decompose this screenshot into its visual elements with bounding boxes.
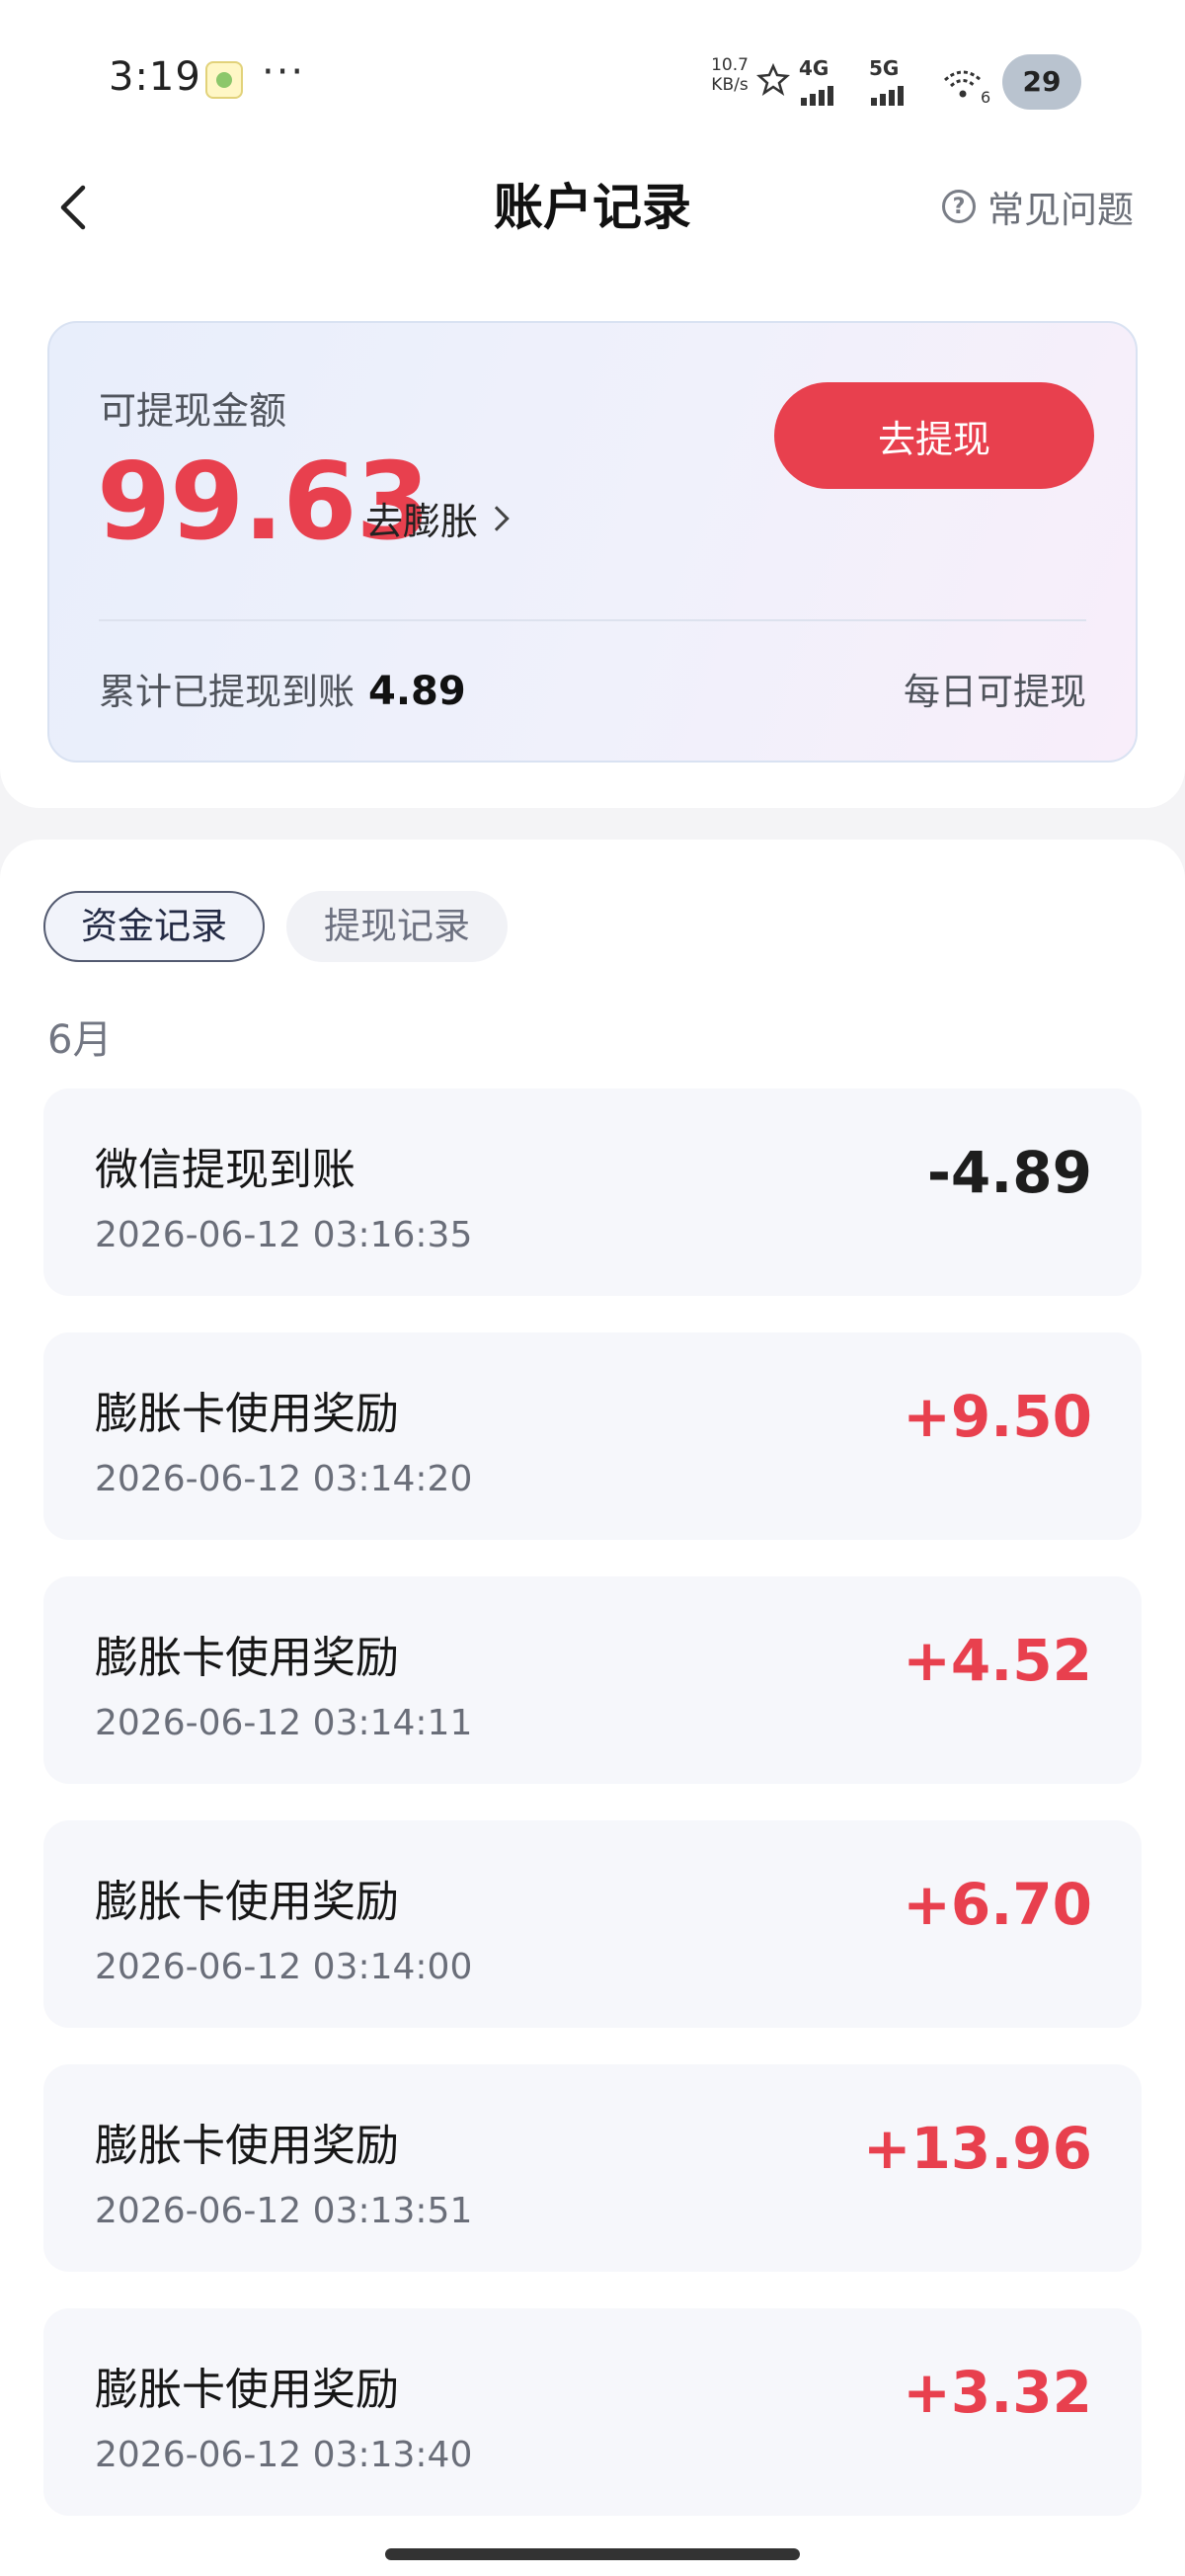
status-bar: 3:19 ··· 10.7 KB/s 4G 5G 6 29 xyxy=(0,0,1185,148)
record-title: 膨胀卡使用奖励 xyxy=(95,1877,399,1927)
month-header: 6月 xyxy=(47,1017,113,1063)
top-section: 账户记录 ? 常见问题 可提现金额 99.63 去膨胀 去提现 累计已提现到账 … xyxy=(0,148,1185,808)
record-title: 膨胀卡使用奖励 xyxy=(95,2121,399,2171)
record-item[interactable]: 膨胀卡使用奖励 2026-06-12 03:13:51 +13.96 xyxy=(43,2064,1142,2272)
network-speed-value: 10.7 xyxy=(711,55,749,75)
app-notification-icon xyxy=(205,61,243,99)
hotspot-icon xyxy=(756,62,790,96)
total-withdrawn-value: 4.89 xyxy=(368,669,466,714)
record-time: 2026-06-12 03:14:11 xyxy=(95,1703,473,1743)
record-time: 2026-06-12 03:14:20 xyxy=(95,1459,473,1499)
record-title: 膨胀卡使用奖励 xyxy=(95,1633,399,1683)
signal-2-icon xyxy=(871,86,907,106)
network-type-1: 4G xyxy=(799,56,830,80)
network-speed: 10.7 KB/s xyxy=(706,55,753,95)
record-item[interactable]: 膨胀卡使用奖励 2026-06-12 03:14:00 +6.70 xyxy=(43,1820,1142,2028)
signal-1-icon xyxy=(801,86,836,106)
record-title: 膨胀卡使用奖励 xyxy=(95,2365,399,2415)
records-section: 资金记录 提现记录 6月 微信提现到账 2026-06-12 03:16:35 … xyxy=(0,840,1185,2576)
record-amount: +6.70 xyxy=(903,1871,1092,1938)
record-time: 2026-06-12 03:16:35 xyxy=(95,1215,473,1255)
network-type-2: 5G xyxy=(869,56,900,80)
total-withdrawn-label: 累计已提现到账 xyxy=(99,671,355,713)
status-icons: 4G 5G 6 29 xyxy=(755,54,1081,114)
withdraw-button[interactable]: 去提现 xyxy=(774,382,1094,489)
expand-label: 去膨胀 xyxy=(365,500,479,543)
balance-label: 可提现金额 xyxy=(99,389,287,433)
record-item[interactable]: 膨胀卡使用奖励 2026-06-12 03:13:40 +3.32 xyxy=(43,2308,1142,2516)
expand-link[interactable]: 去膨胀 xyxy=(365,491,510,545)
battery-indicator: 29 xyxy=(1002,54,1081,110)
record-title: 膨胀卡使用奖励 xyxy=(95,1389,399,1439)
faq-link[interactable]: ? 常见问题 xyxy=(942,182,1134,231)
faq-label: 常见问题 xyxy=(988,189,1134,231)
record-time: 2026-06-12 03:13:40 xyxy=(95,2435,473,2475)
wifi-sub-label: 6 xyxy=(981,88,991,107)
chevron-right-icon xyxy=(484,505,510,531)
total-withdrawn: 累计已提现到账 4.89 xyxy=(99,662,466,715)
record-amount: +9.50 xyxy=(903,1383,1092,1450)
record-time: 2026-06-12 03:14:00 xyxy=(95,1947,473,1987)
status-time: 3:19 xyxy=(109,54,201,100)
daily-withdraw-note: 每日可提现 xyxy=(904,671,1086,713)
network-speed-unit: KB/s xyxy=(711,75,749,95)
record-list: 微信提现到账 2026-06-12 03:16:35 -4.89 膨胀卡使用奖励… xyxy=(43,1088,1142,2552)
record-time: 2026-06-12 03:13:51 xyxy=(95,2191,473,2231)
more-notifications-icon: ··· xyxy=(262,49,306,95)
tab-fund-records[interactable]: 资金记录 xyxy=(43,891,265,962)
record-amount: -4.89 xyxy=(926,1139,1092,1206)
home-indicator[interactable] xyxy=(385,2548,800,2560)
divider xyxy=(99,619,1086,621)
record-item[interactable]: 膨胀卡使用奖励 2026-06-12 03:14:20 +9.50 xyxy=(43,1332,1142,1540)
record-amount: +4.52 xyxy=(903,1627,1092,1694)
record-item[interactable]: 微信提现到账 2026-06-12 03:16:35 -4.89 xyxy=(43,1088,1142,1296)
tab-withdraw-records[interactable]: 提现记录 xyxy=(286,891,508,962)
record-title: 微信提现到账 xyxy=(95,1145,356,1195)
question-icon: ? xyxy=(942,190,976,223)
record-amount: +3.32 xyxy=(903,2359,1092,2426)
record-amount: +13.96 xyxy=(862,2115,1092,2182)
balance-card: 可提现金额 99.63 去膨胀 去提现 累计已提现到账 4.89 每日可提现 xyxy=(47,321,1138,763)
wifi-icon xyxy=(944,70,982,98)
record-tabs: 资金记录 提现记录 xyxy=(43,891,529,962)
record-item[interactable]: 膨胀卡使用奖励 2026-06-12 03:14:11 +4.52 xyxy=(43,1576,1142,1784)
page: 3:19 ··· 10.7 KB/s 4G 5G 6 29 账户记录 ? 常见问… xyxy=(0,0,1185,2576)
